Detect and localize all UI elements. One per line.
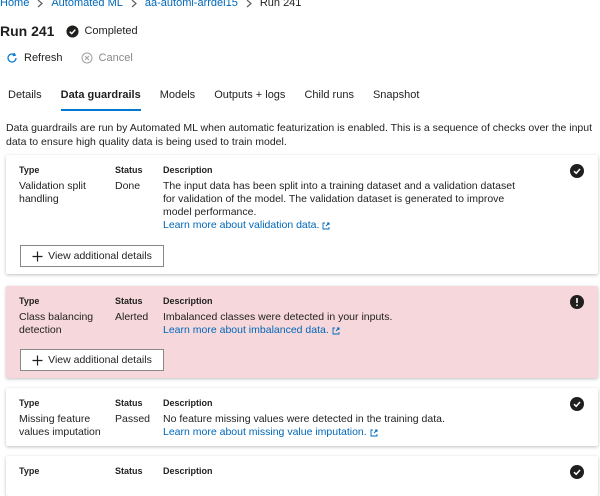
learn-more-link[interactable]: Learn more about validation data. xyxy=(163,219,330,232)
breadcrumb-current: Run 241 xyxy=(259,0,302,9)
column-header-description: Description xyxy=(163,466,213,476)
check-circle-icon xyxy=(66,24,80,38)
external-link-icon xyxy=(332,327,340,334)
guardrail-description: Imbalanced classes were detected in your… xyxy=(163,311,523,337)
chevron-right-icon xyxy=(131,0,137,8)
check-circle-icon xyxy=(570,397,584,411)
refresh-icon xyxy=(7,52,17,63)
view-additional-details-label: View additional details xyxy=(48,354,152,366)
guardrail-card: Type Status Description Missing feature … xyxy=(6,388,598,446)
status-badge: Completed xyxy=(66,24,138,38)
cancel-button[interactable]: Cancel xyxy=(81,52,133,64)
chevron-right-icon xyxy=(246,0,252,8)
guardrail-card-alerted: Type Status Description Class balancing … xyxy=(6,286,598,378)
guardrail-card: Type Status Description xyxy=(6,456,598,496)
breadcrumb-automated-ml[interactable]: Automated ML xyxy=(51,0,123,9)
column-header-status: Status xyxy=(115,165,143,175)
view-additional-details-label: View additional details xyxy=(48,250,152,262)
guardrail-status: Done xyxy=(115,180,141,192)
guardrail-description: The input data has been split into a tra… xyxy=(163,180,523,232)
page-title: Run 241 xyxy=(0,23,55,39)
learn-more-text: Learn more about missing value imputatio… xyxy=(163,426,367,438)
external-link-icon xyxy=(370,429,378,436)
guardrail-description-text: Imbalanced classes were detected in your… xyxy=(163,311,393,323)
status-text: Completed xyxy=(84,25,138,37)
refresh-button[interactable]: Refresh xyxy=(6,52,63,64)
tab-snapshot[interactable]: Snapshot xyxy=(373,89,419,111)
external-link-icon xyxy=(323,222,330,229)
chevron-right-icon xyxy=(37,0,44,8)
column-header-status: Status xyxy=(115,398,143,408)
guardrail-status: Passed xyxy=(115,413,151,425)
learn-more-text: Learn more about imbalanced data. xyxy=(163,324,329,336)
learn-more-text: Learn more about validation data. xyxy=(163,219,320,231)
alert-circle-icon xyxy=(570,295,584,309)
column-header-status: Status xyxy=(115,296,143,306)
run-header: Run 241 Completed xyxy=(0,23,138,39)
cancel-circle-icon xyxy=(81,52,93,64)
learn-more-link[interactable]: Learn more about imbalanced data. xyxy=(163,324,340,337)
guardrail-type: Missing feature values imputation xyxy=(19,413,101,438)
column-header-description: Description xyxy=(163,296,213,306)
tab-data-guardrails[interactable]: Data guardrails xyxy=(60,89,141,111)
column-header-type: Type xyxy=(19,296,40,306)
cancel-label: Cancel xyxy=(98,52,133,64)
tab-bar: Details Data guardrails Models Outputs +… xyxy=(8,89,438,111)
guardrail-status: Alerted xyxy=(115,311,149,323)
breadcrumb-experiment[interactable]: aa-automl-arrdel15 xyxy=(145,0,238,9)
plus-icon xyxy=(32,251,43,261)
guardrail-description-text: The input data has been split into a tra… xyxy=(163,180,515,218)
refresh-label: Refresh xyxy=(24,52,63,64)
command-bar: Refresh Cancel xyxy=(6,52,133,64)
guardrails-description: Data guardrails are run by Automated ML … xyxy=(6,122,593,148)
tab-outputs-logs[interactable]: Outputs + logs xyxy=(214,89,285,111)
check-circle-icon xyxy=(570,164,584,178)
column-header-description: Description xyxy=(163,165,213,175)
tab-details[interactable]: Details xyxy=(8,89,42,111)
column-header-status: Status xyxy=(115,466,143,476)
breadcrumb: Home Automated ML aa-automl-arrdel15 Run… xyxy=(0,0,301,10)
tab-models[interactable]: Models xyxy=(160,89,195,111)
check-circle-icon xyxy=(570,465,584,479)
column-header-description: Description xyxy=(163,398,213,408)
guardrail-description: No feature missing values were detected … xyxy=(163,413,523,439)
breadcrumb-home[interactable]: Home xyxy=(0,0,29,9)
column-header-type: Type xyxy=(19,398,40,408)
guardrail-description-text: No feature missing values were detected … xyxy=(163,413,445,425)
view-additional-details-button[interactable]: View additional details xyxy=(20,245,164,267)
column-header-type: Type xyxy=(19,466,40,476)
learn-more-link[interactable]: Learn more about missing value imputatio… xyxy=(163,426,378,439)
view-additional-details-button[interactable]: View additional details xyxy=(20,349,164,371)
guardrail-card: Type Status Description Validation split… xyxy=(6,155,598,274)
column-header-type: Type xyxy=(19,165,40,175)
plus-icon xyxy=(32,355,43,365)
guardrail-type: Validation split handling xyxy=(19,180,86,205)
guardrail-type: Class balancing detection xyxy=(19,311,94,336)
tab-child-runs[interactable]: Child runs xyxy=(304,89,354,111)
